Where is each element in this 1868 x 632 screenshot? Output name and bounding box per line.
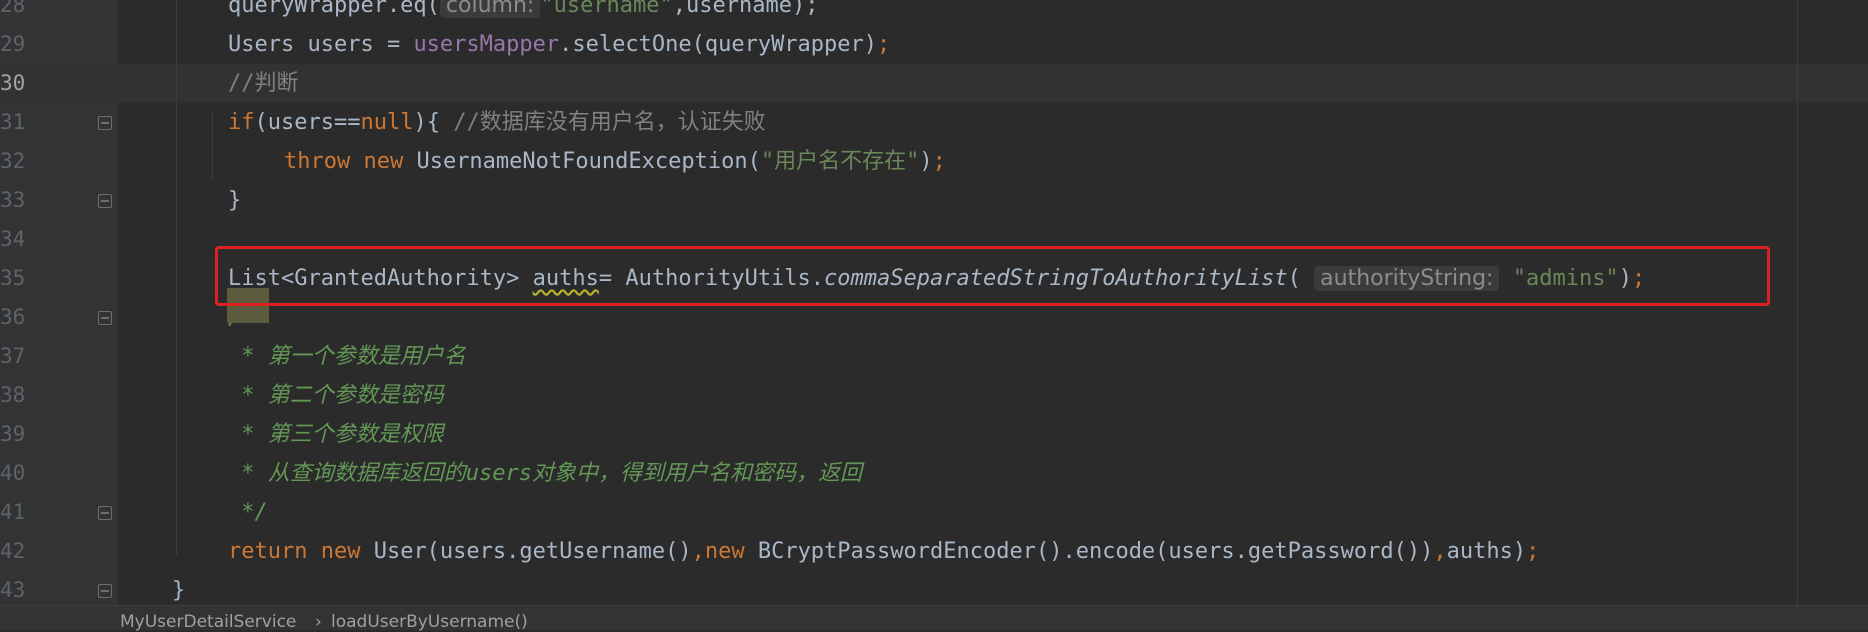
code-token: , <box>1433 539 1447 564</box>
code-token: "username" <box>540 0 673 18</box>
code-token: Users users = <box>228 32 414 57</box>
parameter-hint: column: <box>439 0 541 18</box>
code-token: ){ <box>413 110 454 135</box>
code-token: (users== <box>254 110 361 135</box>
code-token: */ <box>228 500 268 525</box>
code-text[interactable]: */ <box>228 493 268 532</box>
line-number[interactable]: 31 <box>0 103 25 142</box>
line-number[interactable]: 39 <box>0 415 25 454</box>
code-token: auths) <box>1446 539 1527 564</box>
line-number[interactable]: 32 <box>0 142 25 181</box>
line-number[interactable]: 35 <box>0 259 25 298</box>
code-token: new <box>704 539 758 564</box>
breadcrumb-separator: › <box>315 612 322 632</box>
code-token: BCryptPasswordEncoder().encode(users.get… <box>757 539 1434 564</box>
code-text[interactable]: throw new UsernameNotFoundException("用户名… <box>284 142 946 181</box>
code-line[interactable]: 40 * 从查询数据库返回的users对象中，得到用户名和密码，返回 <box>0 454 1868 493</box>
red-highlight-box <box>215 246 1770 306</box>
code-token: ; <box>877 32 891 57</box>
code-line[interactable]: 42 return new User(users.getUsername(),ne… <box>0 532 1868 571</box>
fold-icon[interactable] <box>98 194 112 208</box>
code-text[interactable]: if(users==null){ //数据库没有用户名，认证失败 <box>228 103 766 142</box>
line-number[interactable]: 30 <box>0 64 25 103</box>
code-line[interactable]: 32 throw new UsernameNotFoundException("用… <box>0 142 1868 181</box>
breadcrumb-method[interactable]: loadUserByUsername() <box>331 614 528 631</box>
code-line[interactable]: 33} <box>0 181 1868 220</box>
code-token: usersMapper <box>413 32 560 57</box>
code-editor[interactable]: 28 queryWrapper.eq(column: "username",user… <box>0 0 1868 605</box>
code-line[interactable]: 41 */ <box>0 493 1868 532</box>
code-text[interactable]: } <box>228 181 241 220</box>
code-text[interactable]: return new User(users.getUsername(),new … <box>228 532 1539 571</box>
line-number[interactable]: 29 <box>0 25 25 64</box>
code-line[interactable]: 37 * 第一个参数是用户名 <box>0 337 1868 376</box>
line-number[interactable]: 34 <box>0 220 25 259</box>
code-token: * 第二个参数是密码 <box>228 383 444 408</box>
code-line[interactable]: 31 if(users==null){ //数据库没有用户名，认证失败 <box>0 103 1868 142</box>
code-token: throw new <box>284 149 417 174</box>
code-token: User(users.getUsername() <box>373 539 692 564</box>
code-line[interactable]: 30 //判断 <box>0 64 1868 103</box>
line-number[interactable]: 40 <box>0 454 25 493</box>
code-token: return new <box>228 539 374 564</box>
fold-icon[interactable] <box>98 311 112 325</box>
code-line[interactable]: 28 queryWrapper.eq(column: "username",user… <box>0 0 1868 25</box>
line-number[interactable]: 28 <box>0 0 25 25</box>
code-token: "用户名不存在" <box>760 149 920 174</box>
fold-icon[interactable] <box>98 116 112 130</box>
code-token: * 第三个参数是权限 <box>228 422 444 447</box>
indent-guide <box>212 110 213 180</box>
code-text[interactable]: Users users = usersMapper.selectOne(quer… <box>228 25 890 64</box>
code-token: .selectOne(queryWrapper) <box>559 32 878 57</box>
line-number[interactable]: 38 <box>0 376 25 415</box>
line-number[interactable]: 36 <box>0 298 25 337</box>
code-text[interactable]: * 从查询数据库返回的users对象中，得到用户名和密码，返回 <box>228 454 862 493</box>
code-line[interactable]: 43} <box>0 571 1868 605</box>
breadcrumb-class[interactable]: MyUserDetailService <box>120 614 296 631</box>
code-token: UsernameNotFoundException( <box>416 149 761 174</box>
line-number[interactable]: 37 <box>0 337 25 376</box>
code-text[interactable]: queryWrapper.eq(column: "username",userna… <box>228 0 818 25</box>
code-token: } <box>228 188 242 213</box>
code-text[interactable]: * 第二个参数是密码 <box>228 376 444 415</box>
code-token: } <box>172 578 186 603</box>
code-token: queryWrapper.eq( <box>228 0 440 18</box>
code-text[interactable]: * 第三个参数是权限 <box>228 415 444 454</box>
code-token: * 第一个参数是用户名 <box>228 344 466 369</box>
indent-guide <box>176 0 177 555</box>
line-number[interactable]: 33 <box>0 181 25 220</box>
line-number[interactable]: 42 <box>0 532 25 571</box>
code-token: ) <box>919 149 933 174</box>
code-line[interactable]: 29 Users users = usersMapper.selectOne(qu… <box>0 25 1868 64</box>
code-line[interactable]: 38 * 第二个参数是密码 <box>0 376 1868 415</box>
code-token: null <box>360 110 414 135</box>
fold-icon[interactable] <box>98 506 112 520</box>
code-token: , <box>691 539 705 564</box>
code-text[interactable]: * 第一个参数是用户名 <box>228 337 466 376</box>
right-margin-guide <box>1797 0 1798 605</box>
code-token: ; <box>1526 539 1540 564</box>
code-line[interactable]: 39 * 第三个参数是权限 <box>0 415 1868 454</box>
code-token: * 从查询数据库返回的users对象中，得到用户名和密码，返回 <box>228 461 862 486</box>
code-text[interactable]: } <box>172 571 185 605</box>
line-number[interactable]: 41 <box>0 493 25 532</box>
breadcrumb: MyUserDetailService › loadUserByUsername… <box>0 605 1868 632</box>
code-token: ; <box>932 149 946 174</box>
code-text[interactable]: //判断 <box>228 64 299 103</box>
fold-icon[interactable] <box>98 584 112 598</box>
code-token: //判断 <box>228 71 299 96</box>
code-token: //数据库没有用户名，认证失败 <box>453 110 766 135</box>
code-token: if <box>228 110 255 135</box>
code-token: ,username); <box>672 0 819 18</box>
line-number[interactable]: 43 <box>0 571 25 605</box>
